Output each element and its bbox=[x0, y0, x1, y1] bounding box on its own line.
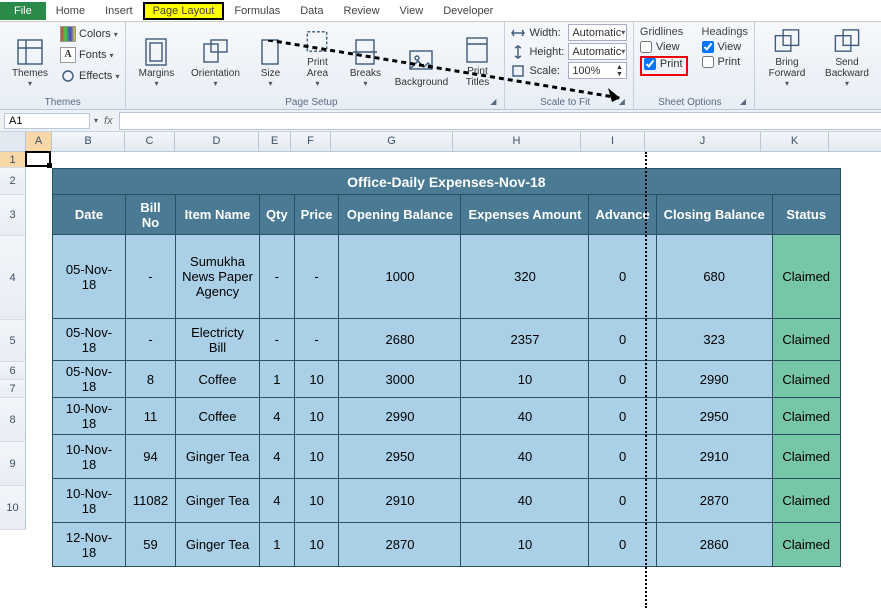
col-header-H[interactable]: H bbox=[453, 132, 581, 151]
formula-bar: ▾ fx bbox=[0, 110, 881, 132]
gridlines-header: Gridlines bbox=[640, 26, 688, 38]
group-label-scale: Scale to Fit bbox=[511, 97, 618, 109]
col-header-G[interactable]: G bbox=[331, 132, 453, 151]
width-combo[interactable]: Automatic▾ bbox=[568, 24, 627, 41]
tab-file[interactable]: File bbox=[0, 2, 46, 20]
gridlines-print-checkbox[interactable]: Print bbox=[644, 58, 683, 70]
width-icon bbox=[511, 26, 525, 40]
margins-icon bbox=[140, 36, 172, 68]
col-header-I[interactable]: I bbox=[581, 132, 645, 151]
group-scale-to-fit: Width: Automatic▾ Height: Automatic▾ Scale… bbox=[505, 22, 633, 109]
col-header-J[interactable]: J bbox=[645, 132, 761, 151]
orientation-button[interactable]: Orientation▾ bbox=[186, 24, 244, 90]
colors-button[interactable]: Colors ▾ bbox=[60, 24, 119, 44]
group-page-setup: Margins▾ Orientation▾ Size▾ Print Area▾ … bbox=[126, 22, 505, 109]
print-area-icon bbox=[301, 26, 333, 57]
row-header-1[interactable]: 1 bbox=[0, 152, 26, 168]
ribbon: Themes▾ Colors ▾ AFonts ▾ Effects ▾ Them… bbox=[0, 22, 881, 110]
print-titles-icon bbox=[461, 34, 493, 66]
bring-forward-button[interactable]: Bring Forward▾ bbox=[761, 24, 813, 90]
col-header-E[interactable]: E bbox=[259, 132, 291, 151]
formula-input[interactable] bbox=[119, 112, 881, 130]
tab-review[interactable]: Review bbox=[333, 2, 389, 20]
colors-icon bbox=[60, 26, 76, 42]
orientation-icon bbox=[199, 36, 231, 68]
height-combo[interactable]: Automatic▾ bbox=[568, 43, 627, 60]
tab-view[interactable]: View bbox=[390, 2, 434, 20]
cells-area[interactable]: Office-Daily Expenses-Nov-18DateBill NoI… bbox=[26, 152, 881, 608]
print-area-button[interactable]: Print Area▾ bbox=[296, 24, 338, 90]
col-header-D[interactable]: D bbox=[175, 132, 259, 151]
width-label: Width: bbox=[529, 27, 564, 39]
breaks-button[interactable]: Breaks▾ bbox=[344, 24, 386, 90]
page-break-line bbox=[645, 152, 647, 608]
row-header-8[interactable]: 8 bbox=[0, 398, 26, 442]
scale-launcher[interactable]: ◢ bbox=[619, 97, 627, 109]
col-header-F[interactable]: F bbox=[291, 132, 331, 151]
row-header-3[interactable]: 3 bbox=[0, 195, 26, 236]
print-titles-button[interactable]: Print Titles bbox=[456, 24, 498, 90]
row-header-5[interactable]: 5 bbox=[0, 320, 26, 362]
themes-button[interactable]: Themes▾ bbox=[6, 24, 54, 90]
effects-button[interactable]: Effects ▾ bbox=[60, 66, 119, 86]
sheet-options-launcher[interactable]: ◢ bbox=[740, 97, 748, 109]
breaks-icon bbox=[349, 36, 381, 68]
worksheet-grid: ABCDEFGHIJK 12345678910 Office-Daily Exp… bbox=[0, 132, 881, 608]
col-header-B[interactable]: B bbox=[52, 132, 125, 151]
send-backward-icon bbox=[831, 26, 863, 57]
group-label-page-setup: Page Setup bbox=[132, 97, 490, 109]
bring-forward-icon bbox=[771, 26, 803, 57]
name-box[interactable] bbox=[4, 113, 90, 129]
col-header-A[interactable]: A bbox=[26, 132, 52, 151]
fonts-icon: A bbox=[60, 47, 76, 63]
row-headers: 12345678910 bbox=[0, 152, 26, 608]
col-header-C[interactable]: C bbox=[125, 132, 175, 151]
gridlines-view-checkbox[interactable]: View bbox=[640, 41, 688, 53]
height-label: Height: bbox=[529, 46, 564, 58]
ribbon-tabs: File Home Insert Page Layout Formulas Da… bbox=[0, 0, 881, 22]
tab-data[interactable]: Data bbox=[290, 2, 333, 20]
row-header-10[interactable]: 10 bbox=[0, 486, 26, 530]
tab-home[interactable]: Home bbox=[46, 2, 95, 20]
effects-icon bbox=[60, 68, 76, 84]
group-label-sheet-options: Sheet Options bbox=[640, 97, 740, 109]
group-arrange: Bring Forward▾ Send Backward▾ bbox=[755, 22, 881, 109]
background-button[interactable]: Background bbox=[392, 24, 450, 90]
headings-header: Headings bbox=[702, 26, 748, 38]
size-button[interactable]: Size▾ bbox=[250, 24, 290, 90]
col-header-K[interactable]: K bbox=[761, 132, 829, 151]
scale-spinner[interactable]: 100%▲▼ bbox=[568, 62, 627, 79]
page-setup-launcher[interactable]: ◢ bbox=[490, 97, 498, 109]
scale-icon bbox=[511, 64, 525, 78]
tab-page-layout[interactable]: Page Layout bbox=[143, 2, 225, 20]
size-icon bbox=[254, 36, 286, 68]
margins-button[interactable]: Margins▾ bbox=[132, 24, 180, 90]
headings-print-checkbox[interactable]: Print bbox=[702, 56, 748, 68]
tab-formulas[interactable]: Formulas bbox=[224, 2, 290, 20]
group-label-themes: Themes bbox=[6, 97, 119, 109]
column-headers: ABCDEFGHIJK bbox=[0, 132, 881, 152]
background-icon bbox=[405, 45, 437, 77]
tab-insert[interactable]: Insert bbox=[95, 2, 143, 20]
row-header-4[interactable]: 4 bbox=[0, 236, 26, 320]
fonts-button[interactable]: AFonts ▾ bbox=[60, 45, 119, 65]
headings-view-checkbox[interactable]: View bbox=[702, 41, 748, 53]
height-icon bbox=[511, 45, 525, 59]
group-sheet-options: Gridlines View Print Headings View Print… bbox=[634, 22, 755, 109]
row-header-7[interactable]: 7 bbox=[0, 380, 26, 398]
active-cell bbox=[25, 151, 51, 167]
row-header-9[interactable]: 9 bbox=[0, 442, 26, 486]
select-all-triangle[interactable] bbox=[0, 132, 26, 151]
scale-label: Scale: bbox=[529, 65, 564, 77]
group-themes: Themes▾ Colors ▾ AFonts ▾ Effects ▾ Them… bbox=[0, 22, 126, 109]
send-backward-button[interactable]: Send Backward▾ bbox=[819, 24, 875, 90]
row-header-6[interactable]: 6 bbox=[0, 362, 26, 380]
expenses-table: Office-Daily Expenses-Nov-18DateBill NoI… bbox=[52, 168, 841, 567]
themes-icon bbox=[14, 36, 46, 68]
row-header-2[interactable]: 2 bbox=[0, 168, 26, 195]
fx-icon[interactable]: fx bbox=[98, 115, 119, 127]
tab-developer[interactable]: Developer bbox=[433, 2, 503, 20]
